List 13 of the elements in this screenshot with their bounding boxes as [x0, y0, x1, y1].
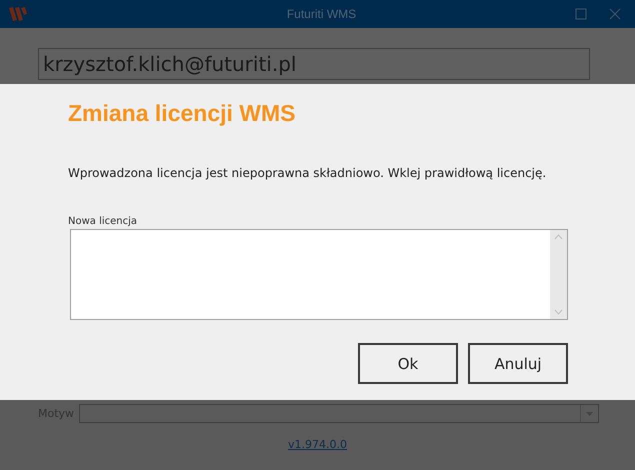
- ok-button[interactable]: Ok: [358, 343, 458, 384]
- field-label: Nowa licencja: [68, 216, 138, 227]
- logo-icon: [8, 6, 28, 22]
- close-icon[interactable]: [609, 8, 621, 20]
- dialog-title: Zmiana licencji WMS: [68, 100, 296, 127]
- window-title: Futuriti WMS: [286, 7, 358, 21]
- cancel-button[interactable]: Anuluj: [468, 343, 568, 384]
- maximize-icon[interactable]: [575, 8, 587, 20]
- theme-dropdown[interactable]: [79, 404, 600, 423]
- license-field[interactable]: [70, 229, 568, 320]
- scroll-down-icon[interactable]: [554, 309, 563, 315]
- scroll-up-icon[interactable]: [554, 234, 563, 240]
- error-message: Wprowadzona licencja jest niepoprawna składniowo. Wklej prawidłową licencję.: [68, 166, 548, 180]
